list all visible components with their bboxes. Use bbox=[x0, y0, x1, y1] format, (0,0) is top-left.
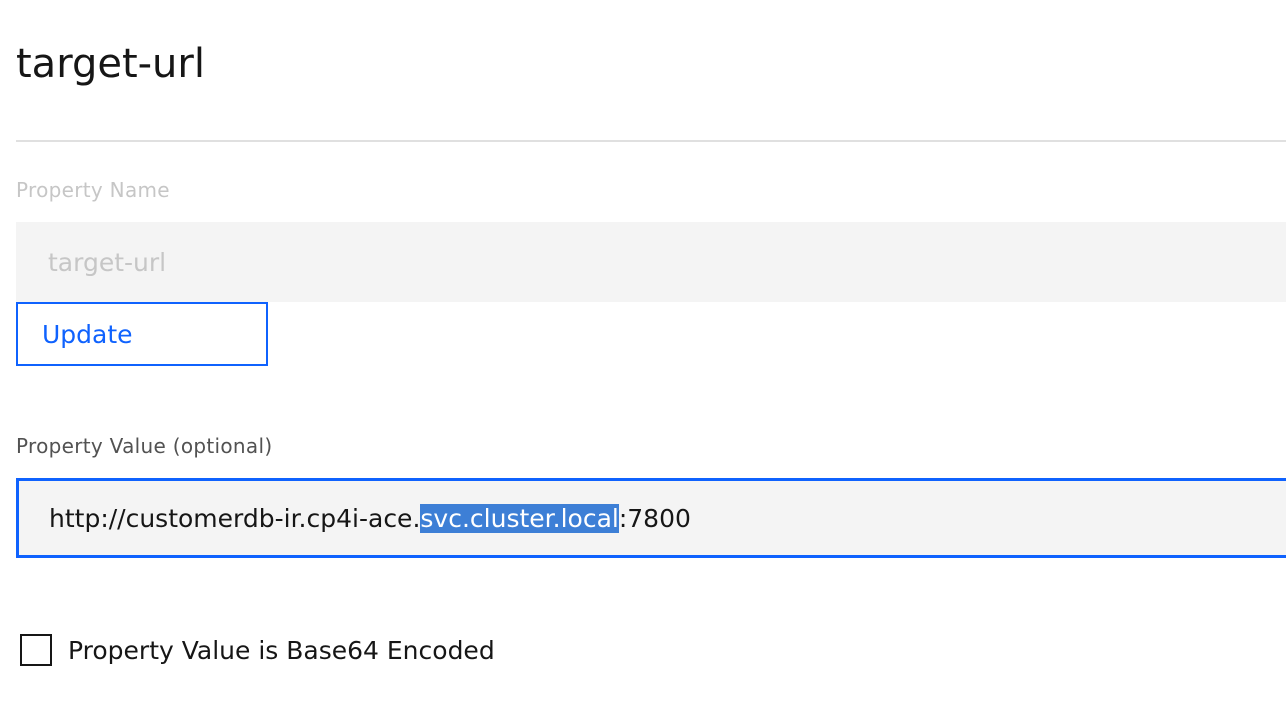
property-value-prefix: http://customerdb-ir.cp4i-ace. bbox=[49, 503, 421, 533]
page-title: target-url bbox=[16, 41, 205, 87]
update-button[interactable]: Update bbox=[16, 302, 268, 366]
header-divider bbox=[16, 140, 1286, 142]
property-name-input: target-url bbox=[16, 222, 1286, 302]
property-value-input[interactable]: http://customerdb-ir.cp4i-ace. svc.cluste… bbox=[16, 478, 1286, 558]
property-value-selected-text: svc.cluster.local bbox=[420, 503, 619, 533]
property-value-suffix: :7800 bbox=[618, 503, 691, 533]
base64-encoded-option[interactable]: Property Value is Base64 Encoded bbox=[20, 634, 495, 666]
property-name-value: target-url bbox=[48, 247, 167, 277]
base64-encoded-checkbox[interactable] bbox=[20, 634, 52, 666]
property-value-label: Property Value (optional) bbox=[16, 434, 273, 458]
base64-encoded-label: Property Value is Base64 Encoded bbox=[68, 635, 495, 665]
property-name-label: Property Name bbox=[16, 178, 170, 202]
property-edit-panel: target-url Property Name target-url Upda… bbox=[0, 0, 1286, 718]
